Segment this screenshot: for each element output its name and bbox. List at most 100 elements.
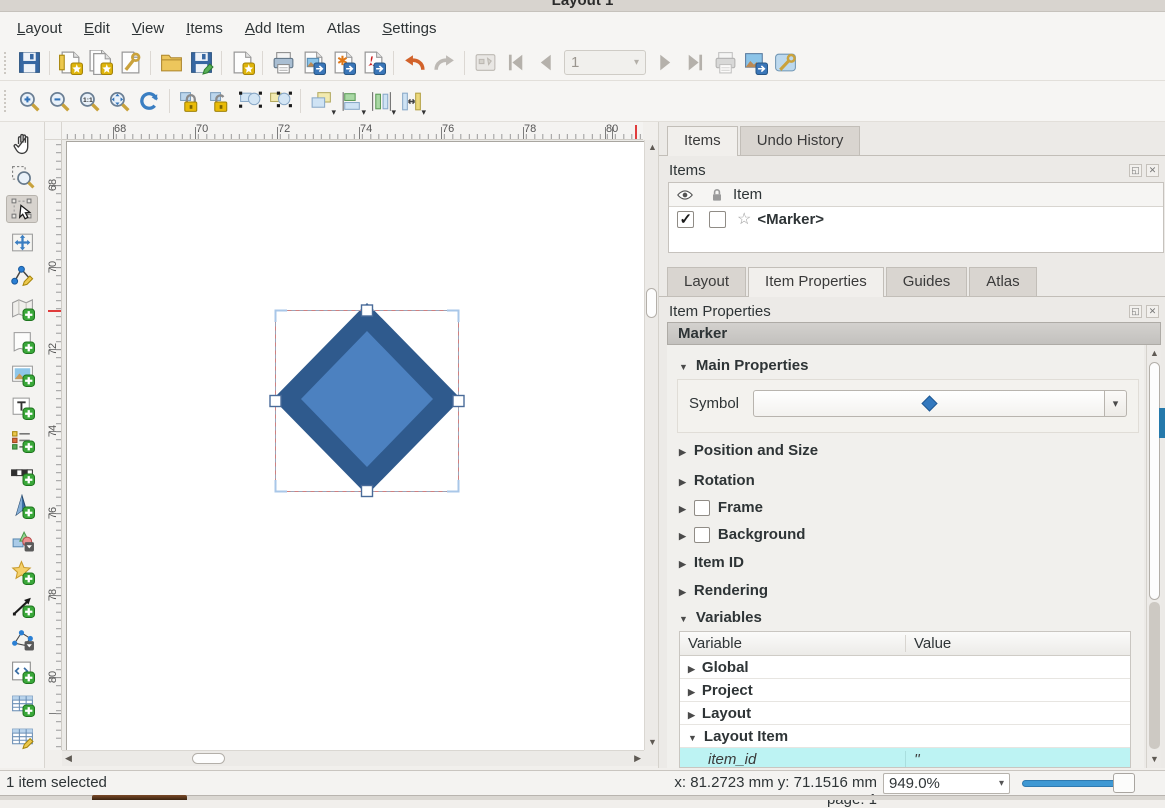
window-titlebar[interactable]: Layout 1: [0, 0, 1165, 12]
zoom-out-button[interactable]: [44, 86, 74, 116]
lock-checkbox[interactable]: [709, 211, 726, 228]
refresh-view-button[interactable]: [134, 86, 164, 116]
add-marker-button[interactable]: [6, 558, 38, 586]
symbol-button[interactable]: [753, 390, 1105, 417]
select-move-item-tool-button[interactable]: [6, 195, 38, 223]
add-label-button[interactable]: [6, 393, 38, 421]
scrollbar-thumb[interactable]: [192, 753, 225, 764]
export-image-button[interactable]: [298, 48, 328, 78]
tab-items[interactable]: Items: [667, 126, 738, 156]
section-background[interactable]: Background: [679, 526, 805, 543]
add-html-button[interactable]: [6, 657, 38, 685]
zoom-actual-button[interactable]: 1:1: [74, 86, 104, 116]
menu-add-item[interactable]: Add Item: [234, 16, 316, 41]
distribute-items-button[interactable]: [366, 86, 396, 116]
export-pdf-button[interactable]: [358, 48, 388, 78]
redo-button[interactable]: [429, 48, 459, 78]
close-panel-icon[interactable]: [1146, 164, 1159, 177]
background-checkbox[interactable]: [694, 527, 710, 543]
tab-guides[interactable]: Guides: [886, 267, 968, 296]
variable-group-row[interactable]: Layout: [680, 702, 1130, 725]
toolbar-grip[interactable]: [4, 90, 10, 112]
preview-atlas-button[interactable]: [470, 48, 500, 78]
float-panel-icon[interactable]: [1129, 305, 1142, 318]
tab-layout[interactable]: Layout: [667, 267, 746, 296]
float-panel-icon[interactable]: [1129, 164, 1142, 177]
print-button[interactable]: [268, 48, 298, 78]
save-as-template-button[interactable]: [186, 48, 216, 78]
tab-item-properties[interactable]: Item Properties: [748, 267, 884, 297]
menu-settings[interactable]: Settings: [371, 16, 447, 41]
add-legend-button[interactable]: [6, 426, 38, 454]
zoom-tool-button[interactable]: [6, 162, 38, 190]
variable-group-row[interactable]: Layout Item: [680, 725, 1130, 748]
add-3d-map-button[interactable]: [6, 327, 38, 355]
print-atlas-button[interactable]: [710, 48, 740, 78]
first-feature-button[interactable]: [500, 48, 530, 78]
add-items-from-template-button[interactable]: [156, 48, 186, 78]
menu-atlas[interactable]: Atlas: [316, 16, 371, 41]
menu-layout[interactable]: Layout: [6, 16, 73, 41]
group-items-button[interactable]: [235, 86, 265, 116]
align-items-button[interactable]: [336, 86, 366, 116]
variable-group-row[interactable]: Project: [680, 679, 1130, 702]
section-frame[interactable]: Frame: [679, 499, 763, 516]
symbol-dropdown-button[interactable]: [1105, 390, 1127, 417]
scrollbar-track[interactable]: [1149, 602, 1160, 749]
scroll-left-icon[interactable]: ◀: [65, 754, 72, 763]
unlock-items-button[interactable]: [205, 86, 235, 116]
section-position-and-size[interactable]: Position and Size: [679, 442, 818, 459]
undo-button[interactable]: [399, 48, 429, 78]
section-rotation[interactable]: Rotation: [679, 472, 755, 489]
new-layout-button[interactable]: [55, 48, 85, 78]
layout-manager-button[interactable]: [115, 48, 145, 78]
canvas-horizontal-scrollbar[interactable]: ◀ ▶: [62, 750, 644, 766]
variable-row-item-id[interactable]: item_id '': [680, 748, 1130, 768]
add-picture-button[interactable]: [6, 360, 38, 388]
add-node-item-button[interactable]: [6, 624, 38, 652]
menu-items[interactable]: Items: [175, 16, 234, 41]
layout-canvas[interactable]: [62, 140, 644, 750]
export-atlas-image-button[interactable]: [740, 48, 770, 78]
scroll-down-icon[interactable]: ▼: [648, 738, 657, 747]
section-main-properties[interactable]: Main Properties: [679, 357, 808, 374]
move-item-content-tool-button[interactable]: [6, 228, 38, 256]
zoom-slider-handle[interactable]: [1113, 773, 1135, 793]
variable-group-row[interactable]: Global: [680, 656, 1130, 679]
atlas-feature-combobox[interactable]: 1 ▾: [564, 50, 646, 75]
scroll-up-icon[interactable]: ▲: [648, 143, 657, 152]
edit-nodes-item-tool-button[interactable]: [6, 261, 38, 289]
scrollbar-thumb[interactable]: [646, 288, 657, 318]
canvas-vertical-scrollbar[interactable]: ▲ ▼: [644, 140, 658, 750]
close-panel-icon[interactable]: [1146, 305, 1159, 318]
zoom-full-button[interactable]: [104, 86, 134, 116]
last-feature-button[interactable]: [680, 48, 710, 78]
duplicate-layout-button[interactable]: [85, 48, 115, 78]
new-item-from-template-button[interactable]: [227, 48, 257, 78]
pan-tool-button[interactable]: [6, 129, 38, 157]
menu-view[interactable]: View: [121, 16, 175, 41]
table-row[interactable]: <Marker>: [669, 207, 1163, 231]
scroll-up-icon[interactable]: ▲: [1150, 349, 1159, 358]
scroll-right-icon[interactable]: ▶: [634, 754, 641, 763]
ungroup-items-button[interactable]: [265, 86, 295, 116]
add-fixed-table-button[interactable]: [6, 723, 38, 751]
add-shape-button[interactable]: [6, 525, 38, 553]
add-arrow-button[interactable]: [6, 591, 38, 619]
marker-item[interactable]: [273, 303, 461, 495]
tab-undo-history[interactable]: Undo History: [740, 126, 861, 155]
menu-edit[interactable]: Edit: [73, 16, 121, 41]
add-north-arrow-button[interactable]: [6, 492, 38, 520]
previous-feature-button[interactable]: [530, 48, 560, 78]
section-variables[interactable]: Variables: [679, 609, 762, 626]
resize-items-button[interactable]: [396, 86, 426, 116]
section-rendering[interactable]: Rendering: [679, 582, 768, 599]
export-svg-button[interactable]: [328, 48, 358, 78]
zoom-level-combobox[interactable]: 949.0% ▾: [883, 773, 1010, 794]
atlas-settings-button[interactable]: [770, 48, 800, 78]
scroll-down-icon[interactable]: ▼: [1150, 755, 1159, 764]
add-scalebar-button[interactable]: [6, 459, 38, 487]
toolbar-grip[interactable]: [4, 52, 10, 74]
frame-checkbox[interactable]: [694, 500, 710, 516]
visibility-checkbox[interactable]: [677, 211, 694, 228]
